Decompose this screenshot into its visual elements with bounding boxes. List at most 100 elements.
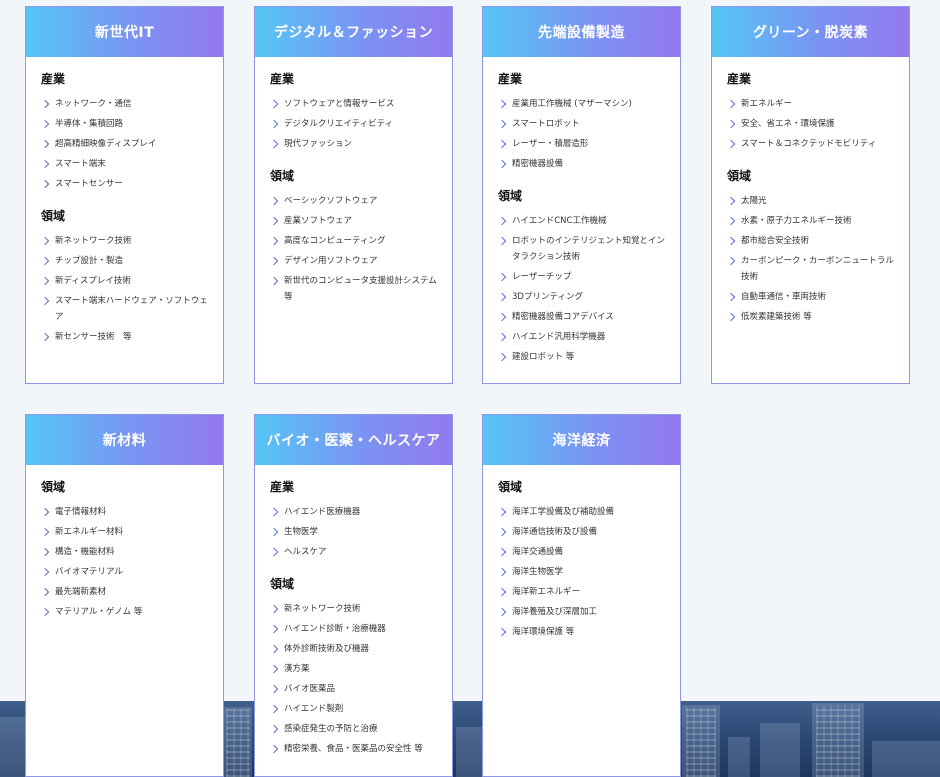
list-item[interactable]: スマート端末ハードウェア・ソフトウェア <box>40 293 209 325</box>
list-item[interactable]: 海洋交通設備 <box>497 544 666 560</box>
list-item[interactable]: ハイエンド製剤 <box>269 701 438 717</box>
chevron-right-icon <box>497 292 507 302</box>
list-item[interactable]: ヘルスケア <box>269 544 438 560</box>
list-item[interactable]: 精密栄養、食品・医薬品の安全性 等 <box>269 741 438 757</box>
list-item[interactable]: 精密機器設備コアデバイス <box>497 309 666 325</box>
chevron-right-icon <box>497 159 507 169</box>
chevron-right-icon <box>40 607 50 617</box>
list-item[interactable]: 新ディスプレイ技術 <box>40 273 209 289</box>
list-item-label: ハイエンド医療機器 <box>284 507 361 517</box>
list-item-label: 水素・原子力エネルギー技術 <box>741 216 852 226</box>
list-item[interactable]: 生物医学 <box>269 524 438 540</box>
list-item[interactable]: 建設ロボット 等 <box>497 349 666 365</box>
list-item[interactable]: レーザーチップ <box>497 269 666 285</box>
chevron-right-icon <box>40 256 50 266</box>
list-item[interactable]: カーボンピーク・カーボンニュートラル技術 <box>726 253 895 285</box>
list-item[interactable]: バイオマテリアル <box>40 564 209 580</box>
list-item[interactable]: スマート＆コネクテッドモビリティ <box>726 136 895 152</box>
list-item[interactable]: 高度なコンピューティング <box>269 233 438 249</box>
list-item-label: 体外診断技術及び機器 <box>284 644 370 654</box>
list-item-label: 海洋新エネルギー <box>512 587 581 597</box>
list-item[interactable]: ソフトウェアと情報サービス <box>269 96 438 112</box>
list-item[interactable]: 低炭素建築技術 等 <box>726 309 895 325</box>
list-item[interactable]: ベーシックソフトウェア <box>269 193 438 209</box>
list-item-label: バイオ医薬品 <box>284 684 336 694</box>
chevron-right-icon <box>269 724 279 734</box>
list-item-label: ベーシックソフトウェア <box>284 196 378 206</box>
list-item-label: 海洋交通設備 <box>512 547 564 557</box>
section-heading: 産業 <box>270 72 295 86</box>
item-list: ハイエンドCNC工作機械ロボットのインテリジェント知覚とインタラクション技術レー… <box>497 213 666 365</box>
list-item[interactable]: 自動車通信・車両技術 <box>726 289 895 305</box>
list-item[interactable]: ハイエンド医療機器 <box>269 504 438 520</box>
list-item[interactable]: 水素・原子力エネルギー技術 <box>726 213 895 229</box>
section-heading: 領域 <box>727 169 752 183</box>
list-item[interactable]: 都市総合安全技術 <box>726 233 895 249</box>
category-card: バイオ・医薬・ヘルスケア 産業 ハイエンド医療機器 生物医学 ヘルスケア 領域 新ネットワー… <box>254 414 453 777</box>
list-item[interactable]: 海洋工学設備及び補助設備 <box>497 504 666 520</box>
list-item[interactable]: チップ設計・製造 <box>40 253 209 269</box>
list-item[interactable]: 海洋養殖及び深層加工 <box>497 604 666 620</box>
list-item-label: ネットワーク・通信 <box>55 99 132 109</box>
list-item[interactable]: 3Dプリンティング <box>497 289 666 305</box>
list-item[interactable]: デジタルクリエイティビティ <box>269 116 438 132</box>
list-item[interactable]: バイオ医薬品 <box>269 681 438 697</box>
list-item-label: ヘルスケア <box>284 547 327 557</box>
chevron-right-icon <box>497 216 507 226</box>
list-item[interactable]: レーザー・積層造形 <box>497 136 666 152</box>
list-item[interactable]: マテリアル・ゲノム 等 <box>40 604 209 620</box>
section-heading: 領域 <box>41 480 66 494</box>
list-item[interactable]: ハイエンドCNC工作機械 <box>497 213 666 229</box>
list-item[interactable]: スマート端末 <box>40 156 209 172</box>
list-item[interactable]: 体外診断技術及び機器 <box>269 641 438 657</box>
list-item[interactable]: 太陽光 <box>726 193 895 209</box>
list-item[interactable]: ハイエンド汎用科学機器 <box>497 329 666 345</box>
list-item[interactable]: 感染症発生の予防と治療 <box>269 721 438 737</box>
chevron-right-icon <box>40 507 50 517</box>
list-item[interactable]: 電子情報材料 <box>40 504 209 520</box>
list-item[interactable]: スマートセンサー <box>40 176 209 192</box>
chevron-right-icon <box>40 99 50 109</box>
list-item[interactable]: 産業用工作機械 (マザーマシン) <box>497 96 666 112</box>
chevron-right-icon <box>497 236 507 246</box>
list-item[interactable]: 海洋新エネルギー <box>497 584 666 600</box>
list-item-label: 最先端新素材 <box>55 587 107 597</box>
list-item-label: 半導体・集積回路 <box>55 119 124 129</box>
card-title: バイオ・医薬・ヘルスケア <box>255 415 452 465</box>
list-item[interactable]: 精密機器設備 <box>497 156 666 172</box>
list-item[interactable]: ネットワーク・通信 <box>40 96 209 112</box>
chevron-right-icon <box>40 159 50 169</box>
list-item[interactable]: 構造・機能材料 <box>40 544 209 560</box>
list-item[interactable]: 新エネルギー <box>726 96 895 112</box>
list-item[interactable]: 海洋生物医学 <box>497 564 666 580</box>
list-item-label: 構造・機能材料 <box>55 547 115 557</box>
list-item[interactable]: 現代ファッション <box>269 136 438 152</box>
list-item[interactable]: デザイン用ソフトウェア <box>269 253 438 269</box>
chevron-right-icon <box>497 332 507 342</box>
item-list: 海洋工学設備及び補助設備 海洋通信技術及び設備海洋交通設備海洋生物医学海洋新エネル… <box>497 504 666 640</box>
section-heading: 産業 <box>41 72 66 86</box>
list-item[interactable]: 最先端新素材 <box>40 584 209 600</box>
list-item[interactable]: 新ネットワーク技術 <box>269 601 438 617</box>
chevron-right-icon <box>40 587 50 597</box>
chevron-right-icon <box>269 99 279 109</box>
list-item[interactable]: スマートロボット <box>497 116 666 132</box>
list-item[interactable]: 産業ソフトウェア <box>269 213 438 229</box>
list-item[interactable]: 新エネルギー材料 <box>40 524 209 540</box>
chevron-right-icon <box>497 587 507 597</box>
list-item-label: デジタルクリエイティビティ <box>284 119 394 129</box>
card-title: 新材料 <box>26 415 223 465</box>
list-item[interactable]: 半導体・集積回路 <box>40 116 209 132</box>
list-item[interactable]: 新ネットワーク技術 <box>40 233 209 249</box>
list-item-label: ハイエンド汎用科学機器 <box>512 332 606 342</box>
list-item[interactable]: 新センサー技術 等 <box>40 329 209 345</box>
list-item[interactable]: 超高精細映像ディスプレイ <box>40 136 209 152</box>
list-item[interactable]: 新世代のコンピュータ支援設計システム 等 <box>269 273 445 305</box>
list-item[interactable]: 安全、省エネ・環境保護 <box>726 116 895 132</box>
list-item[interactable]: 漢方薬 <box>269 661 438 677</box>
list-item[interactable]: 海洋通信技術及び設備 <box>497 524 666 540</box>
list-item[interactable]: 海洋環境保護 等 <box>497 624 666 640</box>
item-list: 太陽光水素・原子力エネルギー技術都市総合安全技術カーボンピーク・カーボンニュート… <box>726 193 895 325</box>
list-item[interactable]: ロボットのインテリジェント知覚とインタラクション技術 <box>497 233 666 265</box>
list-item[interactable]: ハイエンド診断・治療機器 <box>269 621 438 637</box>
